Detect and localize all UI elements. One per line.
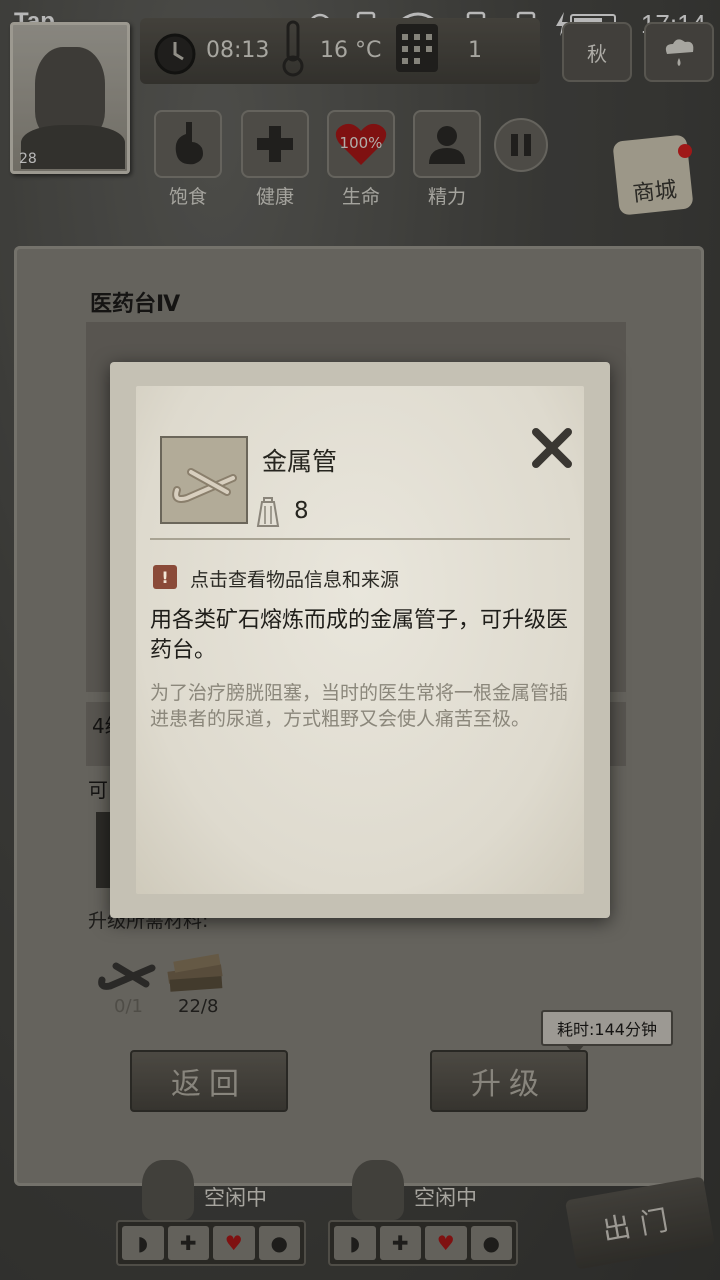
- metal-pipe-icon: [172, 468, 237, 503]
- info-alert-icon[interactable]: !: [153, 565, 177, 589]
- item-description: 用各类矿石熔炼而成的金属管子，可升级医药台。: [150, 608, 569, 663]
- item-weight: 8: [294, 498, 309, 524]
- modal-divider: [150, 538, 570, 540]
- item-image[interactable]: [160, 436, 248, 524]
- weight-icon: [256, 497, 280, 527]
- item-lore: 为了治疗膀胱阻塞，当时的医生常将一根金属管插进患者的尿道，方式粗野又会使人痛苦至…: [150, 682, 569, 730]
- close-icon: [532, 428, 572, 468]
- item-info-link[interactable]: 点击查看物品信息和来源: [190, 565, 399, 592]
- item-name: 金属管: [262, 447, 338, 476]
- close-button[interactable]: [528, 424, 576, 472]
